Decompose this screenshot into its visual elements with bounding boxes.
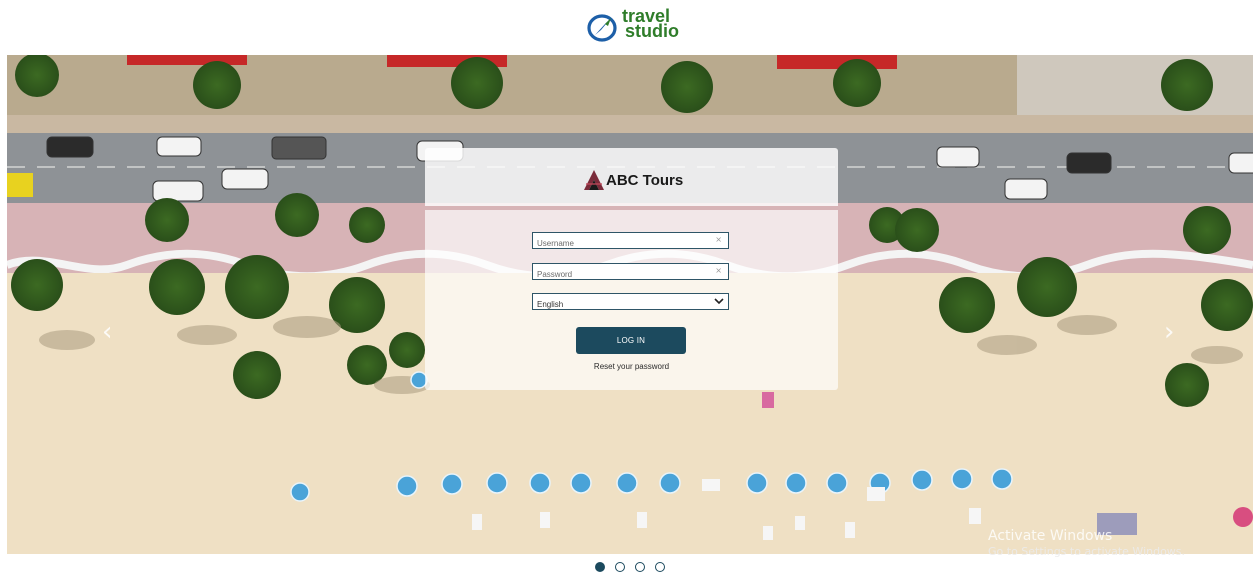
carousel-dot-4[interactable] [655, 562, 665, 572]
carousel-prev-button[interactable]: ‹ [102, 317, 112, 347]
language-select[interactable]: English [533, 297, 728, 312]
compass-icon [587, 14, 617, 42]
abc-tours-logo-icon [584, 170, 604, 190]
login-button[interactable]: LOG IN [576, 327, 686, 354]
language-select-field[interactable]: English [532, 293, 729, 312]
abc-tours-brand: ABC Tours [583, 168, 683, 192]
watermark-subtitle: Go to Settings to activate Windows. [988, 545, 1186, 558]
username-field[interactable]: × [532, 232, 729, 251]
password-input[interactable] [533, 267, 728, 282]
chevron-left-icon: ‹ [102, 317, 113, 347]
logo-line-studio: studio [625, 21, 679, 41]
login-card: ABC Tours × × English LOG IN Reset your … [425, 148, 838, 390]
travel-studio-logo: travel studio [586, 7, 686, 46]
clear-password-icon[interactable]: × [715, 266, 722, 275]
logo-wordmark: travel studio [622, 7, 679, 41]
watermark-title: Activate Windows [988, 528, 1113, 544]
activate-windows-watermark: Activate Windows Go to Settings to activ… [988, 527, 1185, 559]
brand-name: ABC Tours [606, 171, 684, 189]
carousel-indicators [595, 562, 665, 574]
carousel-dot-3[interactable] [635, 562, 645, 572]
carousel-dot-2[interactable] [615, 562, 625, 572]
clear-username-icon[interactable]: × [715, 235, 722, 244]
reset-password-link[interactable]: Reset your password [425, 362, 838, 371]
password-field[interactable]: × [532, 263, 729, 282]
login-card-header: ABC Tours [425, 148, 838, 206]
username-input[interactable] [533, 236, 728, 251]
carousel-dot-1[interactable] [595, 562, 605, 572]
carousel-next-button[interactable]: › [1164, 317, 1174, 347]
chevron-right-icon: › [1164, 317, 1175, 347]
